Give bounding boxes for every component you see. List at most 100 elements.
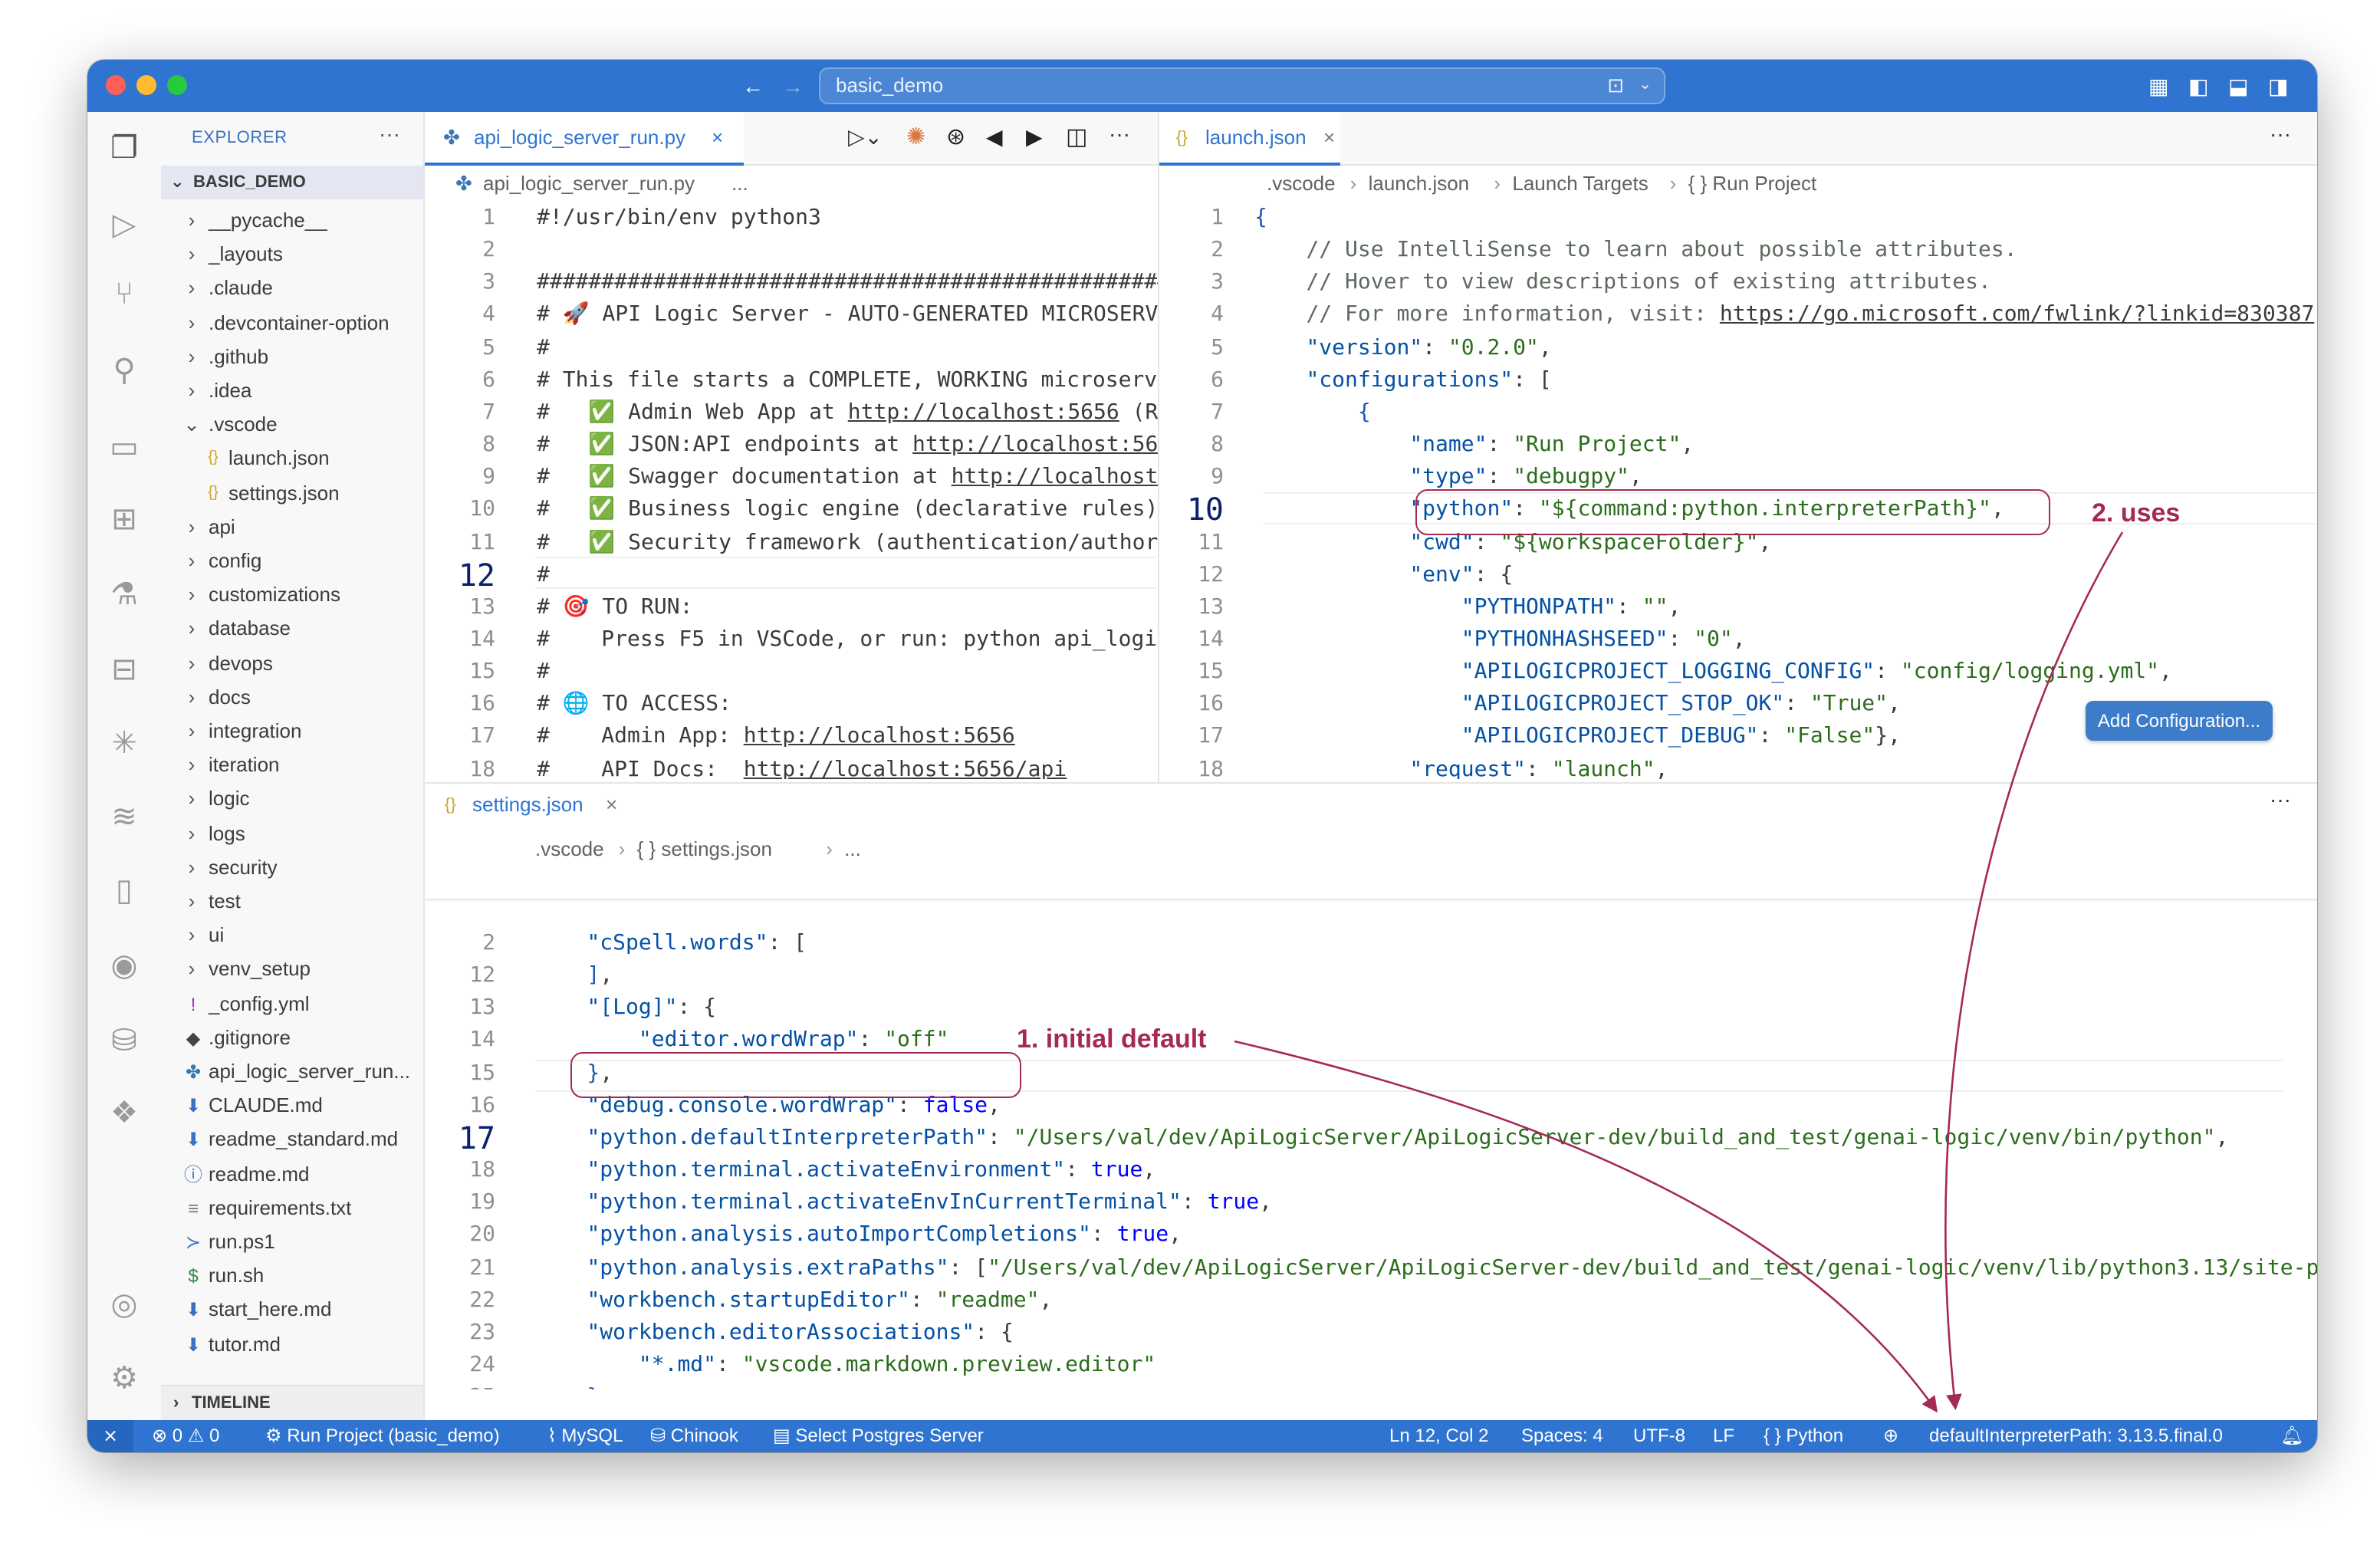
testing-icon[interactable]: ⚗ (106, 577, 143, 613)
folder-item[interactable]: › docs (161, 681, 423, 715)
split-editor-icon[interactable]: ◫ (1066, 123, 1087, 150)
files-icon[interactable]: ❐ (106, 130, 143, 167)
folder-item[interactable]: › database (161, 613, 423, 646)
file-item[interactable]: $ run.sh (161, 1259, 423, 1293)
notifications-bell-icon[interactable]: 🔔︎ (2280, 1420, 2303, 1452)
folder-item[interactable]: › ui (161, 919, 423, 952)
more-actions-button[interactable]: ··· (2270, 121, 2291, 146)
breadcrumb-segment[interactable]: .vscode (535, 833, 604, 866)
breadcrumb-more[interactable]: ... (731, 167, 748, 201)
zoom-window-button[interactable] (167, 75, 187, 95)
github-icon[interactable]: ◉ (106, 948, 143, 985)
file-item[interactable]: {} settings.json (161, 476, 423, 510)
account-icon[interactable]: ◎ (106, 1287, 143, 1323)
explorer-more-button[interactable]: ··· (379, 121, 400, 146)
run-debug-icon[interactable]: ▷ (106, 207, 143, 244)
interpreter-status[interactable]: defaultInterpreterPath: 3.13.5.final.0 (1929, 1420, 2223, 1452)
eol-status[interactable]: LF (1713, 1420, 1734, 1452)
forward-arrow-icon[interactable]: → (782, 72, 804, 100)
folder-item[interactable]: › customizations (161, 578, 423, 612)
left-editor-code[interactable]: 1 #!/usr/bin/env python3 2 3 ###############… (425, 202, 1158, 779)
more-actions-button[interactable]: ··· (2270, 787, 2291, 811)
folder-item[interactable]: › iteration (161, 748, 423, 782)
language-mode-status[interactable]: { } Python (1764, 1420, 1843, 1452)
back-arrow-icon[interactable]: ← (742, 72, 764, 100)
file-item[interactable]: ✤ api_logic_server_run... (161, 1055, 423, 1089)
breadcrumb-segment[interactable]: { } Run Project (1688, 167, 1817, 201)
file-item[interactable]: {} launch.json (161, 442, 423, 476)
breadcrumb-segment[interactable]: .vscode (1267, 167, 1336, 201)
file-item[interactable]: ≻ run.ps1 (161, 1225, 423, 1259)
customize-layout-icon[interactable]: ▦ (2148, 72, 2168, 100)
toggle-panel-icon[interactable]: ⬓ (2228, 72, 2248, 100)
more-actions-button[interactable]: ··· (1109, 121, 1130, 146)
tab-api-logic-server-run[interactable]: ✤ api_logic_server_run.py × (425, 112, 744, 166)
indentation-status[interactable]: Spaces: 4 (1521, 1420, 1603, 1452)
breadcrumb-segment[interactable]: Launch Targets (1512, 167, 1648, 201)
problems-indicator[interactable]: ⊗ 0 ⚠ 0 (152, 1420, 219, 1452)
folder-item[interactable]: › __pycache__ (161, 204, 423, 238)
folder-item[interactable]: › venv_setup (161, 953, 423, 987)
openai-icon[interactable]: ⊛ (946, 123, 965, 150)
search-icon[interactable]: ⚲ (106, 353, 143, 390)
settings-gear-icon[interactable]: ⚙ (106, 1360, 143, 1397)
run-python-file-icon[interactable]: ▷⌄ (848, 124, 883, 150)
folder-item[interactable]: › .claude (161, 272, 423, 306)
database-icon[interactable]: ⊟ (106, 652, 143, 689)
chinook-status[interactable]: ⛁ Chinook (650, 1420, 738, 1452)
claude-icon[interactable]: ✺ (906, 123, 925, 150)
workspace-root-header[interactable]: ⌄ BASIC_DEMO (161, 166, 423, 199)
mysql-status[interactable]: ⌇ MySQL (547, 1420, 623, 1452)
source-control-icon[interactable]: ⑂ (106, 276, 143, 313)
file-item[interactable]: ⓘ readme.md (161, 1157, 423, 1191)
remote-explorer-icon[interactable]: ▭ (106, 429, 143, 466)
encoding-status[interactable]: UTF-8 (1633, 1420, 1685, 1452)
folder-item[interactable]: › logic (161, 783, 423, 817)
folder-item[interactable]: ⌄ .vscode (161, 408, 423, 442)
next-change-icon[interactable]: ▶ (1026, 124, 1043, 150)
folder-item[interactable]: › security (161, 851, 423, 885)
postgres-status[interactable]: ▤ Select Postgres Server (773, 1420, 984, 1452)
breadcrumb-segment[interactable]: ... (844, 833, 861, 866)
file-item[interactable]: ◆ .gitignore (161, 1021, 423, 1055)
close-tab-icon[interactable]: × (1323, 112, 1335, 164)
tab-launch-json[interactable]: {} launch.json × (1159, 112, 1340, 166)
close-tab-icon[interactable]: × (606, 784, 617, 827)
notebook-icon[interactable]: ▯ (106, 873, 143, 909)
breadcrumb-file[interactable]: api_logic_server_run.py (483, 167, 695, 201)
layers-icon[interactable]: ≋ (106, 799, 143, 836)
toggle-sidebar-icon[interactable]: ◧ (2188, 72, 2208, 100)
minimize-window-button[interactable] (136, 75, 156, 95)
folder-item[interactable]: › config (161, 544, 423, 578)
folder-item[interactable]: › test (161, 885, 423, 919)
file-item[interactable]: ≡ requirements.txt (161, 1192, 423, 1225)
folder-item[interactable]: › devops (161, 646, 423, 680)
extensions-icon[interactable]: ⊞ (106, 501, 143, 538)
folder-item[interactable]: › _layouts (161, 238, 423, 271)
close-tab-icon[interactable]: × (712, 112, 723, 164)
copilot-icon[interactable]: ⊡ (1607, 69, 1624, 103)
tab-settings-json[interactable]: {} settings.json × (425, 784, 630, 828)
folder-item[interactable]: › logs (161, 817, 423, 850)
run-project-status[interactable]: ⚙ Run Project (basic_demo) (265, 1420, 500, 1452)
file-item[interactable]: ⬇ readme_standard.md (161, 1123, 423, 1157)
breadcrumb-segment[interactable]: { } settings.json (637, 833, 772, 866)
command-center-search[interactable]: basic_demo ⊡ ⌄ (819, 67, 1665, 104)
cursor-position[interactable]: Ln 12, Col 2 (1389, 1420, 1488, 1452)
file-item[interactable]: ! _config.yml (161, 987, 423, 1021)
copilot-status-icon[interactable]: ⊕ (1883, 1420, 1898, 1452)
close-window-button[interactable] (106, 75, 126, 95)
server-icon[interactable]: ⛁ (106, 1023, 143, 1060)
remote-indicator-icon[interactable]: ⨯ (87, 1420, 133, 1452)
python-icon[interactable]: ❖ (106, 1095, 143, 1132)
file-item[interactable]: ⬇ tutor.md (161, 1327, 423, 1361)
folder-item[interactable]: › .idea (161, 374, 423, 408)
folder-item[interactable]: › .devcontainer-option (161, 306, 423, 340)
add-configuration-button[interactable]: Add Configuration... (2086, 701, 2273, 741)
folder-item[interactable]: › .github (161, 340, 423, 374)
file-item[interactable]: ⬇ CLAUDE.md (161, 1089, 423, 1123)
timeline-section-header[interactable]: › TIMELINE (161, 1385, 423, 1420)
ai-sparkle-icon[interactable]: ✳ (106, 725, 143, 762)
bottom-editor-code[interactable]: 2 "cSpell.words": [12 ], 13 "[Log]": {14 … (425, 866, 2317, 1389)
toggle-secondary-sidebar-icon[interactable]: ◨ (2268, 72, 2288, 100)
